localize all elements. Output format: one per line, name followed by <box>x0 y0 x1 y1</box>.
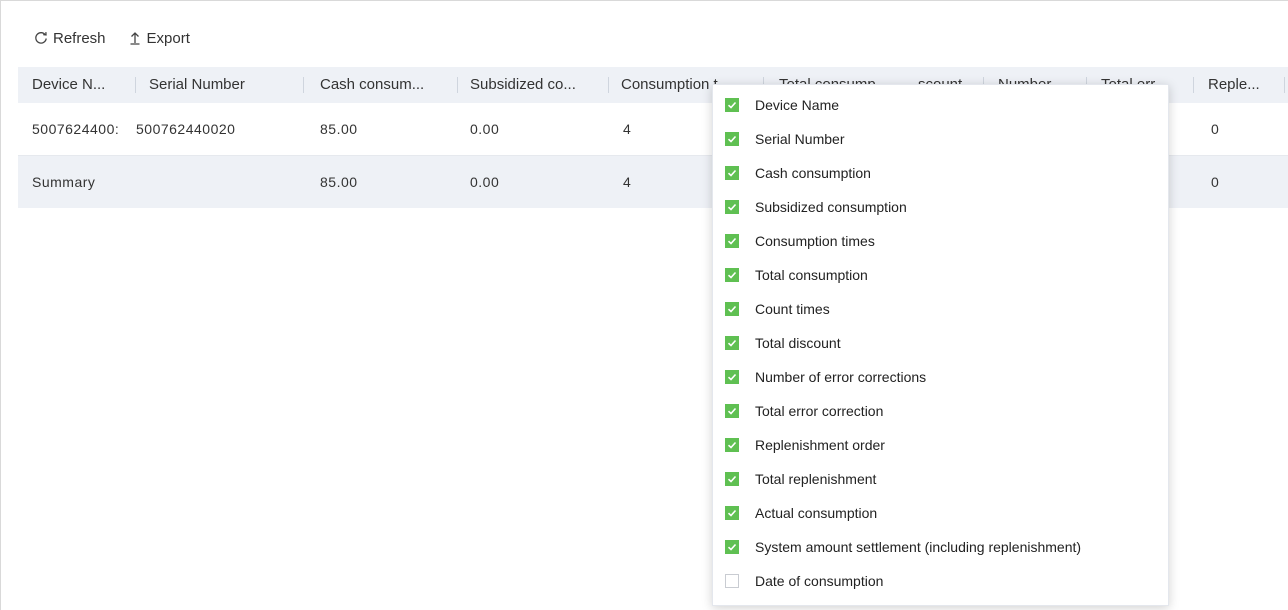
column-option-label: Total error correction <box>755 403 884 419</box>
column-header-replenishment[interactable]: Reple... <box>1208 67 1283 103</box>
checkbox[interactable] <box>725 404 739 418</box>
cell-device-name: 5007624400: <box>32 121 120 137</box>
column-divider <box>135 77 136 93</box>
checkbox[interactable] <box>725 574 739 588</box>
toolbar: Refresh Export <box>34 28 212 48</box>
column-option-device-name[interactable]: Device Name <box>725 95 839 115</box>
check-icon <box>727 509 737 517</box>
column-option-label: Total replenishment <box>755 471 877 487</box>
column-option-label: Consumption times <box>755 233 875 249</box>
column-option-serial-number[interactable]: Serial Number <box>725 129 844 149</box>
column-option-label: Actual consumption <box>755 505 878 521</box>
column-option-label: Cash consumption <box>755 165 871 181</box>
column-option-label: System amount settlement (including repl… <box>755 539 1082 555</box>
cell-subsidized-consumption: 0.00 <box>470 121 500 137</box>
column-option-total-replenishment[interactable]: Total replenishment <box>725 469 876 489</box>
column-option-label: Serial Number <box>755 131 845 147</box>
column-option-label: Total consumption <box>755 267 868 283</box>
column-option-system-amount-settlement[interactable]: System amount settlement (including repl… <box>725 537 1081 557</box>
checkbox[interactable] <box>725 98 739 112</box>
column-divider <box>1193 77 1194 93</box>
column-option-total-consumption[interactable]: Total consumption <box>725 265 868 285</box>
summary-label: Summary <box>32 174 96 190</box>
check-icon <box>727 271 737 279</box>
column-option-cash-consumption[interactable]: Cash consumption <box>725 163 871 183</box>
export-button[interactable]: Export <box>128 30 190 47</box>
checkbox[interactable] <box>725 370 739 384</box>
column-option-label: Total discount <box>755 335 841 351</box>
export-label: Export <box>146 29 190 47</box>
column-divider <box>608 77 609 93</box>
check-icon <box>727 305 737 313</box>
checkbox[interactable] <box>725 438 739 452</box>
export-icon <box>130 32 140 45</box>
column-option-total-discount[interactable]: Total discount <box>725 333 841 353</box>
refresh-label: Refresh <box>53 29 106 47</box>
cell-consumption-times: 4 <box>623 121 632 137</box>
check-icon <box>727 339 737 347</box>
check-icon <box>727 237 737 245</box>
column-option-replenishment-order[interactable]: Replenishment order <box>725 435 885 455</box>
summary-consumption-times: 4 <box>623 174 632 190</box>
column-option-actual-consumption[interactable]: Actual consumption <box>725 503 877 523</box>
report-panel: Refresh Export Device N... Serial Number… <box>0 0 1288 610</box>
checkbox[interactable] <box>725 132 739 146</box>
summary-replenishment: 0 <box>1211 174 1220 190</box>
column-header-serial-number[interactable]: Serial Number <box>149 67 299 103</box>
column-option-label: Date of consumption <box>755 573 884 589</box>
check-icon <box>727 475 737 483</box>
column-header-cash-consumption[interactable]: Cash consum... <box>320 67 455 103</box>
checkbox[interactable] <box>725 234 739 248</box>
column-option-total-error-correction[interactable]: Total error correction <box>725 401 883 421</box>
column-option-label: Subsidized consumption <box>755 199 907 215</box>
summary-cash-consumption: 85.00 <box>320 174 358 190</box>
check-icon <box>727 135 737 143</box>
column-option-label: Number of error corrections <box>755 369 927 385</box>
column-divider <box>457 77 458 93</box>
check-icon <box>727 169 737 177</box>
refresh-button[interactable]: Refresh <box>34 30 106 47</box>
checkbox[interactable] <box>725 302 739 316</box>
column-option-label: Count times <box>755 301 830 317</box>
column-option-date-of-consumption[interactable]: Date of consumption <box>725 571 883 591</box>
check-icon <box>727 543 737 551</box>
column-header-device-name[interactable]: Device N... <box>32 67 132 103</box>
check-icon <box>727 101 737 109</box>
cell-cash-consumption: 85.00 <box>320 121 358 137</box>
check-icon <box>727 203 737 211</box>
checkbox[interactable] <box>725 166 739 180</box>
summary-subsidized-consumption: 0.00 <box>470 174 500 190</box>
refresh-icon <box>35 32 47 44</box>
column-option-count-times[interactable]: Count times <box>725 299 830 319</box>
column-visibility-menu: Device Name Serial Number Cash consumpti… <box>712 84 1169 606</box>
checkbox[interactable] <box>725 472 739 486</box>
column-header-subsidized-consumption[interactable]: Subsidized co... <box>470 67 600 103</box>
column-divider <box>1284 77 1285 93</box>
checkbox[interactable] <box>725 336 739 350</box>
column-option-consumption-times[interactable]: Consumption times <box>725 231 875 251</box>
cell-serial-number: 500762440020 <box>136 121 236 137</box>
checkbox[interactable] <box>725 506 739 520</box>
column-option-label: Device Name <box>755 97 840 113</box>
check-icon <box>727 407 737 415</box>
checkbox[interactable] <box>725 540 739 554</box>
checkbox[interactable] <box>725 268 739 282</box>
check-icon <box>727 373 737 381</box>
checkbox[interactable] <box>725 200 739 214</box>
cell-replenishment: 0 <box>1211 121 1220 137</box>
column-option-label: Replenishment order <box>755 437 885 453</box>
column-option-subsidized-consumption[interactable]: Subsidized consumption <box>725 197 907 217</box>
column-option-number-of-error-corrections[interactable]: Number of error corrections <box>725 367 926 387</box>
check-icon <box>727 441 737 449</box>
column-divider <box>303 77 304 93</box>
